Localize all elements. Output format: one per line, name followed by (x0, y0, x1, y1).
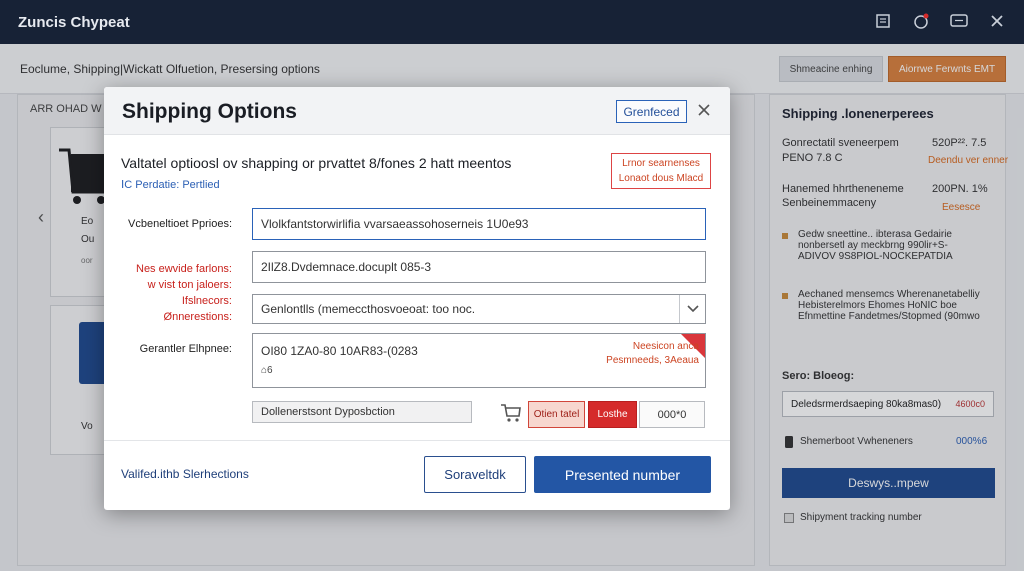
shipping-options-value: Vlolkfantstorwirlifia vvarsaeassohoserne… (261, 217, 529, 231)
footer-link[interactable]: Valifed.ithb Slerhections (121, 467, 249, 481)
clipboard-icon[interactable] (874, 12, 892, 30)
attachment-icon: ⌂6 (261, 365, 273, 376)
options-dropdown[interactable]: Genlontlls (memeccthosvoeoat: too noc. (252, 294, 706, 324)
field-label-group: Nes ewvide farlons: w vist ton jaloers: … (114, 261, 232, 325)
chat-icon[interactable] (950, 12, 968, 30)
dialog-title: Shipping Options (122, 100, 297, 123)
shipment-textarea[interactable]: OI80 1ZA0-80 10AR83-(0283 ⌂6 Neesicon an… (252, 333, 706, 388)
primary-button[interactable]: Presented number (534, 456, 711, 493)
field-label: Nes ewvide farlons: (136, 263, 232, 275)
field-error-message: Neesicon anca Pesmneeds, 3Aeaua (606, 341, 699, 366)
document-type-value: Dollenerstsont Dyposbction (261, 406, 395, 418)
secondary-button[interactable]: Soraveltdk (424, 456, 526, 493)
dialog-header: Shipping Options Grenfeced (104, 87, 730, 135)
window-controls (874, 12, 1006, 30)
app-titlebar: Zuncis Chypeat (0, 0, 1024, 44)
field-label: Vcbeneltioet Pprioes: (128, 218, 232, 230)
cart-icon[interactable] (500, 401, 522, 423)
shipping-options-dialog: Shipping Options Grenfeced Valtatel opti… (104, 87, 730, 510)
close-icon[interactable] (697, 100, 715, 120)
document-input[interactable]: 2IlZ8.Dvdemnace.docuplt 085-3 (252, 251, 706, 283)
field-label: w vist ton jaloers: (147, 279, 232, 291)
warning-note: Lrnor searnenses Lonaot dous Mlacd (611, 153, 711, 189)
document-value: 2IlZ8.Dvdemnace.docuplt 085-3 (261, 260, 432, 274)
verification-link[interactable]: ⅠC Perdatie: Pertlied (121, 178, 220, 191)
dialog-footer: Valifed.ithb Slerhections Soraveltdk Pre… (104, 440, 730, 510)
document-type-field[interactable]: Dollenerstsont Dyposbction (252, 401, 472, 423)
app-title: Zuncis Chypeat (18, 13, 130, 31)
chevron-down-icon[interactable] (679, 295, 705, 323)
close-icon[interactable] (988, 12, 1006, 30)
option-b-button[interactable]: Losthe (588, 401, 637, 428)
shipping-options-input[interactable]: Vlolkfantstorwirlifia vvarsaeassohoserne… (252, 208, 706, 240)
options-dropdown-value: Genlontlls (memeccthosvoeoat: too noc. (261, 302, 476, 316)
option-a-button[interactable]: Otien tatel (528, 401, 585, 428)
shipment-textarea-value: OI80 1ZA0-80 10AR83-(0283 (261, 344, 418, 358)
field-label: Ønnerestions: (163, 311, 232, 323)
option-c-button[interactable]: 000*0 (639, 401, 705, 428)
field-label: Gerantler Elhpnee: (139, 343, 232, 355)
field-label: Ifslnecors: (181, 295, 232, 307)
notification-icon[interactable] (912, 12, 930, 30)
status-badge[interactable]: Grenfeced (616, 100, 687, 123)
dialog-subtitle: Valtatel optioosl ov shapping or prvatte… (121, 155, 512, 171)
